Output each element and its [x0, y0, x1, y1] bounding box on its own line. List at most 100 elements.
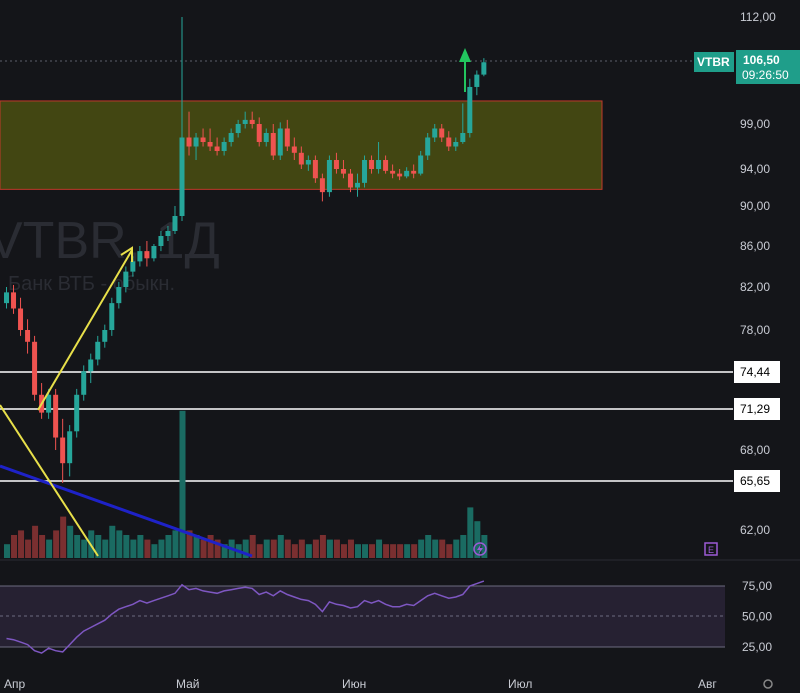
volume-bar — [291, 544, 298, 558]
volume-bar — [207, 535, 214, 558]
volume-bar — [446, 544, 453, 558]
price-tick: 90,00 — [740, 199, 770, 213]
candle — [474, 70, 480, 96]
volume-bar — [151, 544, 158, 558]
settings-icon[interactable] — [763, 679, 773, 689]
watermark-ticker: VTBR, 1Д — [0, 212, 220, 270]
level-label: 71,29 — [740, 402, 770, 416]
volume-bar — [25, 539, 32, 558]
candle — [326, 155, 332, 197]
price-tick: 99,00 — [740, 117, 770, 131]
candle — [25, 319, 31, 354]
candle — [95, 335, 101, 366]
volume-bar — [67, 525, 74, 558]
price-axis: 112,00 99,00 94,00 90,00 86,00 82,00 78,00 68,0… — [740, 10, 776, 537]
volume-bar — [179, 410, 186, 558]
volume-bar — [46, 539, 53, 558]
volume-bar — [256, 544, 263, 558]
last-price-value: 106,50 — [743, 53, 780, 67]
time-tick: Авг — [698, 677, 717, 691]
volume-bar — [109, 525, 116, 558]
rsi-tick: 75,00 — [742, 579, 772, 593]
volume-bar — [11, 535, 18, 558]
volume-bar — [165, 535, 172, 558]
last-price-time: 09:26:50 — [742, 68, 789, 82]
volume-bar — [284, 539, 291, 558]
price-chart[interactable]: VTBR, 1Д Банк ВТБ - обыкн. 74,44 71,29 65,… — [0, 0, 800, 693]
watermark-name: Банк ВТБ - обыкн. — [8, 273, 175, 295]
volume-bar — [74, 535, 81, 558]
candle — [60, 418, 66, 484]
rsi-tick: 25,00 — [742, 640, 772, 654]
candle — [74, 388, 80, 438]
volume-bar — [298, 539, 305, 558]
candle — [67, 425, 73, 477]
volume-bar — [60, 516, 67, 558]
volume-bar — [18, 530, 25, 558]
volume-bar — [362, 544, 369, 558]
rsi-tick: 50,00 — [742, 610, 772, 624]
level-label: 74,44 — [740, 365, 770, 379]
volume-bar — [326, 539, 333, 558]
volume-bar — [137, 535, 144, 558]
candle — [32, 335, 38, 401]
volume-bar — [200, 539, 207, 558]
volume-bar — [376, 539, 383, 558]
svg-text:E: E — [708, 545, 714, 555]
candle — [88, 353, 94, 384]
volume-bar — [116, 530, 123, 558]
price-tick: 94,00 — [740, 162, 770, 176]
volume-bar — [411, 544, 418, 558]
volume-bar — [397, 544, 404, 558]
candle — [172, 206, 178, 234]
volume-bar — [263, 539, 270, 558]
candle — [53, 388, 59, 450]
price-tick: 112,00 — [740, 10, 776, 24]
volume-bar — [383, 544, 390, 558]
volume-bar — [32, 525, 39, 558]
volume-bar — [270, 539, 277, 558]
price-tick: 68,00 — [740, 443, 770, 457]
support-levels: 74,44 71,29 65,65 — [0, 361, 780, 492]
last-price-tag: VTBR 106,50 09:26:50 — [694, 50, 800, 84]
volume-bar — [439, 539, 446, 558]
volume-bar — [305, 544, 312, 558]
event-icon[interactable]: E — [704, 542, 718, 556]
time-tick: Июн — [342, 677, 366, 691]
volume-bar — [102, 539, 109, 558]
volume-bar — [390, 544, 397, 558]
volume-bar — [340, 544, 347, 558]
candle — [109, 297, 115, 336]
price-tick: 78,00 — [740, 323, 770, 337]
candle — [18, 297, 24, 336]
rsi-axis: 75,00 50,00 25,00 — [742, 579, 772, 654]
time-tick: Апр — [4, 677, 26, 691]
volume-bar — [277, 535, 284, 558]
volume-bar — [453, 539, 460, 558]
volume-bar — [404, 544, 411, 558]
volume-bar — [425, 535, 432, 558]
consolidation-zone — [0, 100, 603, 190]
volume-bar — [144, 539, 151, 558]
volume-bar — [418, 539, 425, 558]
volume-bar — [158, 539, 165, 558]
price-tick: 62,00 — [740, 523, 770, 537]
volume-bar — [4, 544, 10, 558]
volume-bar — [172, 530, 179, 558]
time-axis: Апр Май Июн Июл Авг — [4, 677, 717, 691]
volume-bar — [347, 539, 354, 558]
volume-bar — [319, 535, 326, 558]
time-tick: Май — [176, 677, 200, 691]
volume-bar — [355, 544, 361, 558]
price-tick: 86,00 — [740, 239, 770, 253]
candle — [102, 324, 108, 348]
volume-bar — [312, 539, 319, 558]
volume-bar — [53, 530, 60, 558]
volume-bar — [333, 539, 340, 558]
candle — [467, 78, 473, 138]
last-price-symbol: VTBR — [697, 55, 730, 69]
target-arrow-icon — [459, 48, 471, 92]
level-label: 65,65 — [740, 474, 770, 488]
candle — [362, 155, 368, 188]
candle — [81, 365, 87, 401]
